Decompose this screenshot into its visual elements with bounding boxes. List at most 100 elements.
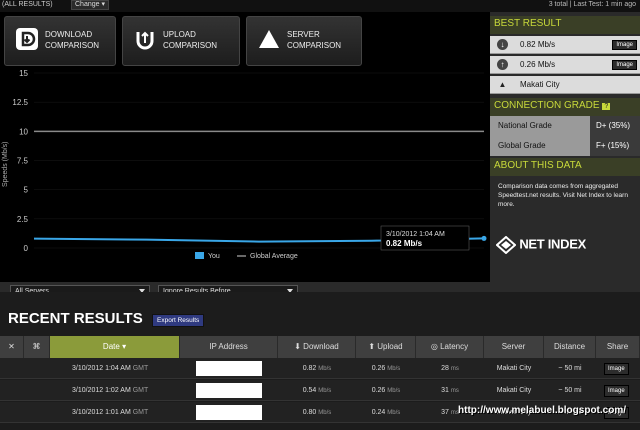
- row-share-image-button[interactable]: Image: [604, 363, 629, 375]
- best-upload-unit: Mb/s: [537, 60, 556, 69]
- recent-results-section: RECENT RESULTS Export Results ✕ ⌘ Date ▾…: [0, 292, 640, 430]
- upload-column-header[interactable]: ⬆ Upload: [356, 336, 416, 358]
- legend-global-average: Global Average: [250, 253, 298, 260]
- speed-chart-svg: Speeds (Mb/s) 0 2.5 5 7.5 10 12.5 15 3/10/2012…: [2, 69, 487, 260]
- y-tick-label: 2.5: [17, 215, 29, 224]
- net-index-logo[interactable]: NET INDEX: [495, 235, 636, 258]
- server-icon: ▲: [498, 80, 507, 89]
- export-results-button[interactable]: Export Results: [152, 314, 205, 327]
- row-latency-unit: ms: [450, 366, 459, 372]
- row-share-image-button[interactable]: Image: [604, 385, 629, 397]
- recent-results-title: RECENT RESULTS: [8, 310, 143, 327]
- row-date: 3/10/2012 1:04 AM: [72, 365, 131, 372]
- ip-column-header[interactable]: IP Address: [180, 336, 278, 358]
- select-all-column[interactable]: ✕: [0, 336, 24, 358]
- net-index-icon: [495, 235, 517, 255]
- distance-column-header[interactable]: Distance: [544, 336, 596, 358]
- data-point[interactable]: [481, 235, 487, 241]
- best-download-unit: Mb/s: [537, 40, 556, 49]
- tooltip-date: 3/10/2012 1:04 AM: [386, 231, 445, 238]
- download-icon: [16, 28, 38, 50]
- row-timezone: GMT: [132, 387, 149, 394]
- server-comparison-line1: SERVER: [287, 30, 320, 39]
- tooltip-value-number: 0.82: [386, 239, 402, 248]
- best-upload-image-button[interactable]: Image: [612, 60, 637, 70]
- upload-icon: [136, 31, 154, 50]
- chart-panel: DOWNLOAD COMPARISON UPLOAD COMPARISON SERV…: [0, 12, 490, 304]
- best-download-value: 0.82: [520, 40, 536, 49]
- row-download-unit: Mb/s: [318, 410, 332, 416]
- best-download-image-button[interactable]: Image: [612, 40, 637, 50]
- row-latency: 37: [441, 409, 449, 416]
- ip-address-redacted: [196, 361, 262, 376]
- chart-tooltip: 3/10/2012 1:04 AM 0.82 Mb/s: [380, 225, 470, 251]
- download-comparison-line2: COMPARISON: [45, 41, 100, 50]
- download-header-label: Download: [303, 342, 339, 351]
- download-icon: ↓: [497, 39, 508, 50]
- row-upload-unit: Mb/s: [387, 366, 401, 372]
- speedtest-results-page: (ALL RESULTS) Change ▾ 3 total | Last Te…: [0, 0, 640, 430]
- y-tick-label: 12.5: [12, 98, 28, 107]
- legend-you: You: [208, 253, 220, 260]
- row-server: Makati City: [496, 387, 532, 394]
- legend-you-swatch: [195, 252, 204, 259]
- speed-chart: Speeds (Mb/s) 0 2.5 5 7.5 10 12.5 15 3/10/2012…: [0, 67, 490, 280]
- best-result-header: BEST RESULT: [490, 16, 640, 34]
- national-grade-label: National Grade: [490, 116, 590, 136]
- server-column-header[interactable]: Server: [484, 336, 544, 358]
- row-latency: 28: [441, 365, 449, 372]
- latency-column-header[interactable]: ◎ Latency: [416, 336, 484, 358]
- change-dropdown[interactable]: Change ▾: [71, 0, 109, 10]
- help-icon[interactable]: ?: [602, 103, 611, 110]
- upload-comparison-line2: COMPARISON: [163, 41, 218, 50]
- download-column-header[interactable]: ⬇ Download: [278, 336, 356, 358]
- global-grade-value: F+ (15%): [596, 141, 630, 150]
- chevron-down-icon: ▾: [101, 1, 105, 8]
- row-server: Makati City: [496, 365, 532, 372]
- upload-comparison-line1: UPLOAD: [163, 30, 196, 39]
- row-upload-unit: Mb/s: [387, 388, 401, 394]
- row-download-unit: Mb/s: [318, 366, 332, 372]
- blog-watermark: http://www.melabuel.blogspot.com/: [458, 405, 626, 416]
- download-comparison-button[interactable]: DOWNLOAD COMPARISON: [4, 16, 116, 66]
- summary-sidebar: BEST RESULT ↓ 0.82 Mb/s Image ↑ 0.26 Mb/…: [490, 12, 640, 292]
- y-tick-label: 7.5: [17, 157, 29, 166]
- date-column-header[interactable]: Date ▾: [50, 336, 180, 358]
- tag-column[interactable]: ⌘: [24, 336, 50, 358]
- table-row[interactable]: 3/10/2012 1:02 AM GMT 0.54 Mb/s 0.26 Mb/…: [0, 380, 640, 401]
- table-row[interactable]: 3/10/2012 1:04 AM GMT 0.82 Mb/s 0.26 Mb/…: [0, 358, 640, 379]
- sort-desc-icon: ▾: [122, 342, 127, 351]
- national-grade-value: D+ (35%): [596, 121, 631, 130]
- row-distance: ~ 50 mi: [558, 387, 582, 394]
- server-icon: [259, 30, 279, 48]
- connection-grade-header: CONNECTION GRADE ?: [490, 98, 640, 116]
- ip-address-redacted: [196, 383, 262, 398]
- row-date: 3/10/2012 1:01 AM: [72, 409, 131, 416]
- row-upload: 0.26: [371, 365, 386, 372]
- row-upload: 0.26: [371, 387, 386, 394]
- upload-icon: ↑: [497, 59, 508, 70]
- best-upload-value: 0.26: [520, 60, 536, 69]
- row-latency: 31: [441, 387, 449, 394]
- row-download: 0.82: [302, 365, 317, 372]
- download-comparison-line1: DOWNLOAD: [45, 30, 93, 39]
- close-icon: ✕: [8, 342, 15, 351]
- ip-address-redacted: [196, 405, 262, 420]
- top-bar: (ALL RESULTS) Change ▾ 3 total | Last Te…: [0, 0, 640, 12]
- date-header-label: Date: [102, 342, 120, 351]
- server-comparison-line2: COMPARISON: [287, 41, 342, 50]
- best-download-row: ↓ 0.82 Mb/s Image: [490, 36, 640, 54]
- about-data-header: ABOUT THIS DATA: [490, 158, 640, 176]
- y-axis-label: Speeds (Mb/s): [2, 141, 9, 187]
- results-scope: (ALL RESULTS): [2, 1, 53, 8]
- upload-comparison-button[interactable]: UPLOAD COMPARISON: [122, 16, 240, 66]
- share-column-header[interactable]: Share: [596, 336, 640, 358]
- best-server-row: ▲ Makati City: [490, 76, 640, 94]
- y-tick-label: 5: [24, 186, 29, 195]
- row-upload: 0.24: [371, 409, 386, 416]
- about-data-text: Comparison data comes from aggregated Sp…: [498, 183, 628, 208]
- change-label: Change: [75, 1, 100, 8]
- server-comparison-button[interactable]: SERVER COMPARISON: [246, 16, 362, 66]
- row-distance: ~ 50 mi: [558, 365, 582, 372]
- national-grade-row: National Grade D+ (35%): [490, 116, 640, 136]
